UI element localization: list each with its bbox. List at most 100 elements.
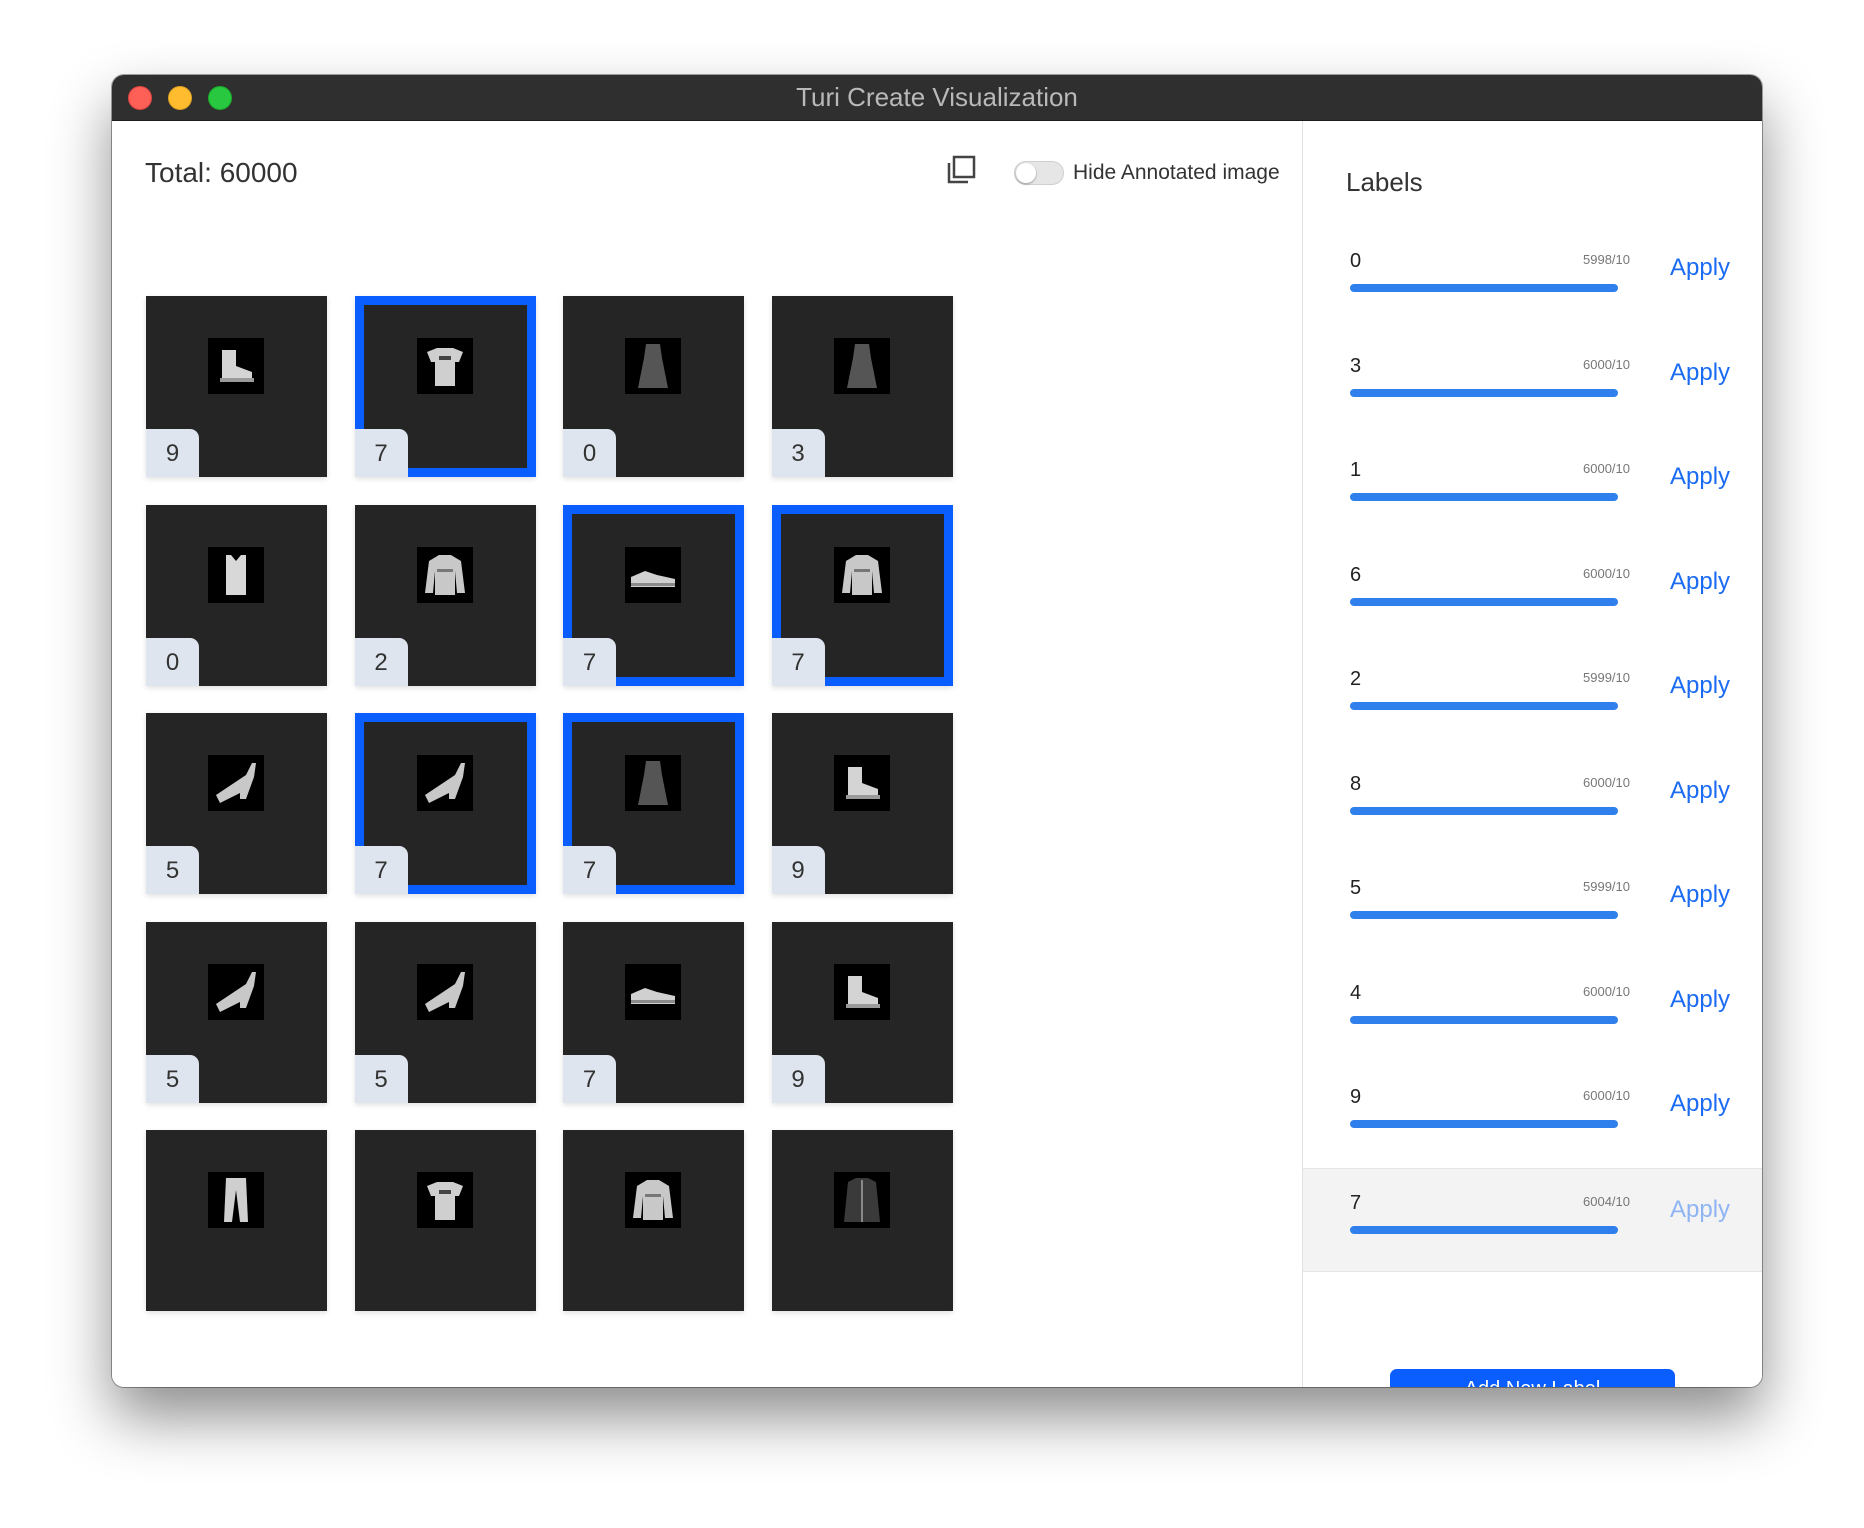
image-tile[interactable]: 5 <box>146 713 327 894</box>
label-count: 5999/10 <box>1583 879 1630 894</box>
thumbnail-image <box>833 963 890 1020</box>
thumbnail-image <box>625 1172 681 1228</box>
thumbnail-image <box>833 1172 890 1228</box>
apply-label-button[interactable]: Apply <box>1670 986 1730 1014</box>
hide-annotated-label: Hide Annotated image <box>1073 161 1280 184</box>
apply-label-button[interactable]: Apply <box>1670 1090 1730 1118</box>
image-tile[interactable]: 0 <box>563 296 744 477</box>
apply-label-button[interactable]: Apply <box>1670 881 1730 909</box>
image-tile[interactable]: 7 <box>563 921 744 1103</box>
label-count: 6004/10 <box>1583 1193 1630 1209</box>
thumbnail-image <box>416 338 473 394</box>
apply-label-button[interactable]: Apply <box>1670 254 1730 282</box>
label-progress-bar <box>1350 806 1618 815</box>
label-name: 9 <box>1350 1086 1362 1108</box>
thumbnail-image <box>208 1172 264 1228</box>
label-progress-bar <box>1350 911 1618 919</box>
label-progress-bar <box>1350 388 1618 397</box>
label-progress-bar <box>1350 1015 1618 1024</box>
label-count: 6000/10 <box>1583 1088 1630 1103</box>
label-progress-bar <box>1350 1225 1618 1234</box>
label-name: 1 <box>1350 459 1362 481</box>
apply-label-button[interactable]: Apply <box>1670 777 1730 805</box>
label-badge: 7 <box>563 846 616 894</box>
image-tile[interactable]: 7 <box>771 504 953 686</box>
image-tile[interactable]: 9 <box>771 921 953 1103</box>
image-tile[interactable]: 3 <box>771 296 953 477</box>
labels-heading: Labels <box>1346 167 1423 197</box>
label-badge: 9 <box>771 846 825 894</box>
label-badge: 9 <box>771 1054 825 1103</box>
thumbnail-image <box>833 755 890 811</box>
image-tile[interactable]: 5 <box>354 921 536 1103</box>
hide-annotated-toggle[interactable] <box>1014 161 1064 185</box>
thumbnail-image <box>208 546 264 603</box>
apply-label-button[interactable]: Apply <box>1670 359 1730 387</box>
copy-icon[interactable] <box>945 154 977 186</box>
label-badge: 0 <box>146 637 199 686</box>
thumbnail-image <box>416 546 473 603</box>
image-tile[interactable]: 7 <box>563 713 744 894</box>
apply-label-button[interactable]: Apply <box>1670 568 1730 596</box>
label-name: 3 <box>1350 354 1362 377</box>
label-count: 6000/10 <box>1583 461 1630 476</box>
label-count: 6000/10 <box>1583 983 1630 999</box>
apply-label-button[interactable]: Apply <box>1670 463 1730 491</box>
image-tile[interactable] <box>771 1130 953 1311</box>
label-badge: 7 <box>563 637 616 686</box>
label-row-2: 2 5999/10 Apply <box>1303 645 1762 749</box>
label-row-3: 3 6000/10 Apply <box>1303 332 1762 436</box>
labels-sidebar: Labels 0 5998/10 Apply 3 6000/10 Apply 1 6000/1… <box>1302 121 1762 1387</box>
label-badge: 7 <box>771 637 825 686</box>
label-badge: 7 <box>354 846 408 894</box>
apply-label-button[interactable]: Apply <box>1670 1196 1730 1224</box>
label-name: 0 <box>1350 250 1362 272</box>
label-name: 2 <box>1350 668 1362 690</box>
thumbnail-image <box>625 338 681 394</box>
label-badge: 3 <box>771 429 825 477</box>
thumbnail-image <box>416 963 473 1020</box>
label-row-0: 0 5998/10 Apply <box>1303 227 1762 331</box>
label-count: 5998/10 <box>1583 252 1630 267</box>
image-tile[interactable]: 9 <box>146 296 327 477</box>
image-tile[interactable] <box>354 1130 536 1311</box>
thumbnail-image <box>625 963 681 1020</box>
toggle-knob <box>1016 163 1036 183</box>
image-tile[interactable]: 5 <box>146 921 327 1103</box>
label-badge: 5 <box>146 846 199 894</box>
add-new-label-button[interactable]: Add New Label <box>1390 1369 1675 1387</box>
label-name: 6 <box>1350 563 1362 586</box>
label-badge: 5 <box>146 1054 199 1103</box>
thumbnail-image <box>208 963 264 1020</box>
thumbnail-image <box>625 755 681 811</box>
total-count: Total: 60000 <box>145 157 298 188</box>
label-count: 6000/10 <box>1583 565 1630 581</box>
label-badge: 5 <box>354 1054 408 1103</box>
label-progress-bar <box>1350 493 1618 501</box>
image-tile[interactable]: 7 <box>354 296 536 477</box>
label-badge: 2 <box>354 637 408 686</box>
image-tile[interactable]: 9 <box>771 713 953 894</box>
label-progress-bar <box>1350 284 1618 292</box>
image-tile[interactable] <box>146 1130 327 1311</box>
label-name: 7 <box>1350 1191 1362 1214</box>
label-count: 6000/10 <box>1583 774 1630 790</box>
image-tile[interactable]: 2 <box>354 504 536 686</box>
label-row-6: 6 6000/10 Apply <box>1303 541 1762 645</box>
label-row-1: 1 6000/10 Apply <box>1303 436 1762 540</box>
image-grid-panel: Total: 60000 Hide Annotated image 9 7 0 3 0 2… <box>112 121 1302 1387</box>
image-tile[interactable]: 7 <box>354 713 536 894</box>
image-tile[interactable]: 0 <box>146 504 327 686</box>
label-row-4: 4 6000/10 Apply <box>1303 959 1762 1063</box>
label-name: 8 <box>1350 772 1362 795</box>
label-progress-bar <box>1350 702 1618 710</box>
label-progress-bar <box>1350 597 1618 606</box>
apply-label-button[interactable]: Apply <box>1670 672 1730 700</box>
label-count: 6000/10 <box>1583 356 1630 372</box>
label-name: 5 <box>1350 877 1362 899</box>
thumbnail-image <box>416 755 473 811</box>
image-tile[interactable] <box>563 1130 744 1311</box>
label-row-8: 8 6000/10 Apply <box>1303 750 1762 854</box>
image-tile[interactable]: 7 <box>563 504 744 686</box>
window-title: Turi Create Visualization <box>796 82 1078 112</box>
